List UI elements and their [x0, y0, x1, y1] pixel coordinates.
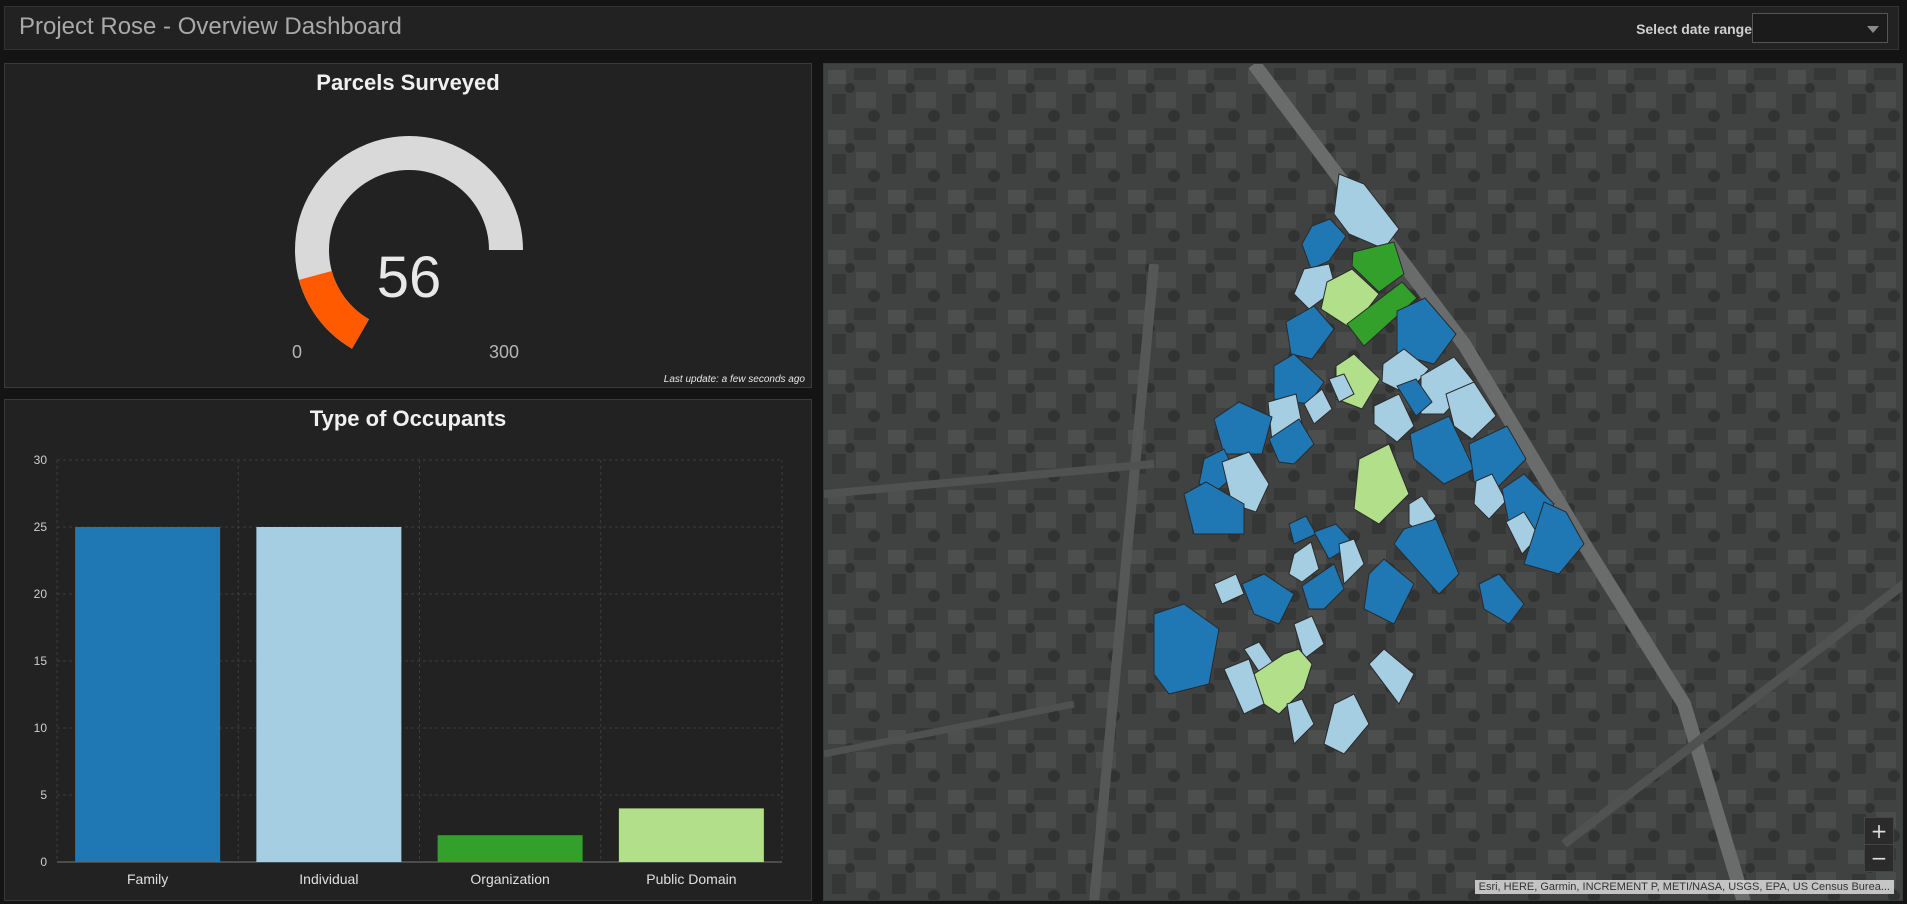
x-tick-label: Individual: [299, 871, 358, 887]
x-tick-label: Public Domain: [646, 871, 736, 887]
gauge-value: 56: [376, 245, 442, 310]
y-tick-label: 0: [40, 855, 47, 869]
chart-title: Type of Occupants: [309, 406, 507, 431]
y-tick-label: 10: [34, 721, 48, 735]
dashboard-header: Project Rose - Overview Dashboard Select…: [4, 6, 1899, 50]
x-tick-label: Organization: [470, 871, 549, 887]
bar-organization: [437, 835, 583, 862]
satellite-map[interactable]: [824, 64, 1903, 901]
bar-individual: [256, 527, 402, 862]
date-range-label: Select date range: [1636, 21, 1752, 37]
parcels-surveyed-panel: Parcels Surveyed 56 0 300 Last update: a…: [4, 63, 812, 388]
type-of-occupants-panel: Type of Occupants 0 5 10 15 20 25 30 Family Indi…: [4, 399, 812, 901]
zoom-out-button[interactable]: −: [1865, 844, 1893, 871]
map-view[interactable]: + − Esri, HERE, Garmin, INCREMENT P, MET…: [823, 63, 1903, 901]
bar-chart: 0 5 10 15 20 25 30 Family Individual Organization…: [34, 453, 783, 887]
x-tick-label: Family: [127, 871, 168, 887]
bar-family: [75, 527, 221, 862]
last-update-text: Last update: a few seconds ago: [663, 374, 805, 385]
y-tick-label: 5: [40, 788, 47, 802]
gauge-title: Parcels Surveyed: [316, 70, 500, 95]
map-attribution: Esri, HERE, Garmin, INCREMENT P, METI/NA…: [1474, 880, 1894, 894]
y-tick-label: 30: [34, 453, 48, 467]
zoom-in-button[interactable]: +: [1865, 818, 1893, 844]
bar-public-domain: [618, 808, 764, 862]
y-tick-label: 15: [34, 654, 48, 668]
gauge-max-label: 300: [489, 342, 520, 362]
date-range-select[interactable]: [1752, 13, 1888, 43]
gauge-min-label: 0: [292, 342, 303, 362]
y-tick-label: 25: [34, 520, 48, 534]
zoom-control: + −: [1864, 817, 1894, 872]
chevron-down-icon: [1867, 26, 1879, 33]
y-tick-label: 20: [34, 587, 48, 601]
app-title: Project Rose - Overview Dashboard: [19, 13, 402, 40]
